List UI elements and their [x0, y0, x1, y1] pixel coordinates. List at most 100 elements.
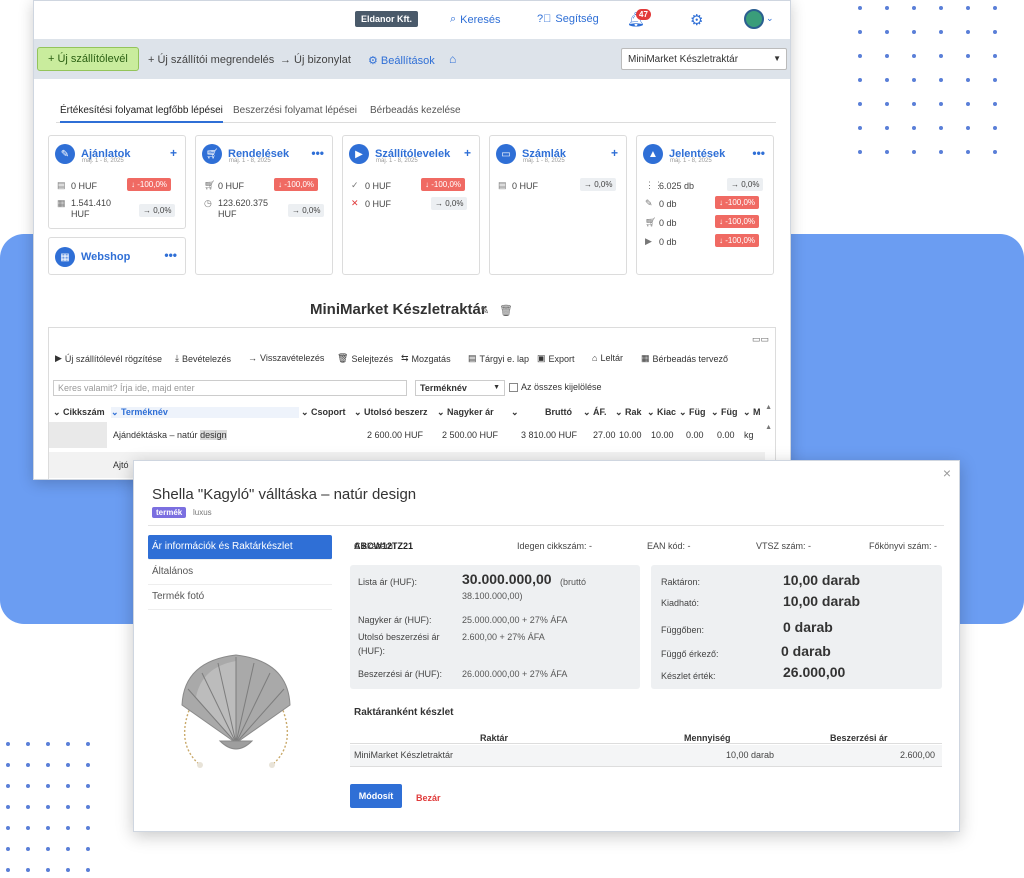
modify-button[interactable]: Módosít	[350, 784, 402, 808]
close-button[interactable]: Bezár	[416, 793, 441, 803]
trash-icon[interactable]: 🗑︎	[499, 304, 513, 317]
pending-label: Függőben:	[661, 625, 705, 635]
product-image	[181, 654, 291, 768]
card-invoices[interactable]: ▭ Számlák máj. 1 - 8, 2025 + ▤ 0 HUF → 0,0…	[489, 135, 627, 275]
column-header[interactable]: ⌄ Nagyker ár	[437, 407, 494, 418]
column-header-label: Rak	[625, 407, 642, 417]
more-icon[interactable]: •••	[752, 146, 765, 160]
cell-name: Ajtó	[113, 460, 129, 470]
modal-side-nav: Ár információk és Raktárkészlet Általáno…	[148, 535, 332, 610]
nav-product-photo[interactable]: Termék fotó	[148, 585, 332, 610]
grid-search-row: Keres valamit? Írja ide, majd enter Term…	[53, 380, 771, 398]
change-badge: ↓ -100,0%	[715, 234, 760, 247]
chevron-down-icon[interactable]: ⌄	[766, 13, 774, 24]
more-icon[interactable]: •••	[311, 146, 324, 160]
column-header[interactable]: ⌄ Füg	[711, 407, 738, 418]
column-header[interactable]: ⌄ Kiac	[647, 407, 676, 418]
tool-inventory[interactable]: ⌂ Leltár	[592, 353, 623, 363]
truck-icon: ▶	[349, 144, 369, 164]
tab-purchase-process[interactable]: Beszerzési folyamat lépései	[233, 105, 357, 116]
company-badge[interactable]: Eldanor Kft.	[355, 11, 418, 27]
tool-rental-planner[interactable]: ▦ Bérbeadás tervező	[641, 353, 728, 364]
settings-link[interactable]: ⚙ Beállítások	[368, 54, 435, 67]
search-link[interactable]: ⌕ Keresés	[450, 13, 501, 26]
close-icon[interactable]: ×	[943, 465, 951, 481]
tool-new-delivery[interactable]: ▶ Új szállítólevél rögzítése	[55, 353, 162, 364]
more-icon[interactable]: •••	[164, 248, 177, 262]
tab-sales-process[interactable]: Értékesítési folyamat legfőbb lépései	[60, 105, 223, 123]
gear-icon[interactable]: ⚙	[690, 11, 703, 29]
scroll-up-icon[interactable]: ▲	[765, 424, 772, 431]
add-icon[interactable]: +	[464, 146, 471, 160]
store-select-value: MiniMarket Készletraktár	[628, 54, 739, 65]
export-icon: ▣	[537, 353, 546, 363]
column-header[interactable]: ⌄ Csoport	[301, 407, 346, 418]
main-window: Eldanor Kft. ⌕ Keresés ?⃝ Segítség 🔔︎ 47 ⚙…	[33, 0, 791, 480]
card-webshop[interactable]: ▦ Webshop •••	[48, 237, 186, 275]
new-delivery-button[interactable]: + Új szállítólevél	[37, 47, 139, 71]
tool-return[interactable]: → Visszavételezés	[248, 353, 324, 363]
column-header[interactable]: ⌄ Füg	[679, 407, 706, 418]
issuable-value: 10,00 darab	[783, 593, 861, 609]
issuable-label: Kiadható:	[661, 598, 700, 608]
tab-rental[interactable]: Bérbeadás kezelése	[370, 105, 461, 116]
column-header[interactable]: Bruttó	[545, 407, 572, 417]
column-header[interactable]: ⌄	[511, 407, 519, 418]
select-all-checkbox[interactable]: Az összes kijelölése	[509, 382, 602, 392]
add-icon[interactable]: +	[611, 146, 618, 160]
nav-general[interactable]: Általános	[148, 560, 332, 585]
card-title: Webshop	[81, 251, 131, 263]
change-badge: ↓ -100,0%	[715, 215, 760, 228]
help-link[interactable]: ?⃝ Segítség	[537, 13, 599, 25]
table-row[interactable]: Ajándéktáska – natúr design 2 600.00 HUF…	[49, 422, 765, 448]
window-icon[interactable]: ▭▭	[752, 334, 769, 345]
add-icon[interactable]: +	[170, 146, 177, 160]
card-orders[interactable]: 🛒︎ Rendelések máj. 1 - 8, 2025 ••• 🛒︎ 0 HU…	[195, 135, 333, 275]
tool-label: Mozgatás	[411, 353, 451, 364]
new-purchase-order-link[interactable]: + Új szállítói megrendelés	[148, 54, 274, 66]
per-store-header: Raktár Mennyiség Beszerzési ár	[350, 728, 942, 744]
list-price-value: 30.000.000,00	[462, 571, 552, 587]
card-reports[interactable]: ▲ Jelentések máj. 1 - 8, 2025 ••• ⋮⋮ 6.025…	[636, 135, 774, 275]
tool-export[interactable]: ▣ Export	[537, 353, 575, 364]
card-offers[interactable]: ✎ Ajánlatok máj. 1 - 8, 2025 + ▤ 0 HUF ↓ -…	[48, 135, 186, 229]
table-row[interactable]: MiniMarket Készletraktár 10,00 darab 2.6…	[350, 745, 942, 767]
column-header[interactable]: ⌄ Rak	[615, 407, 642, 418]
column-header[interactable]: ⌄ Cikkszám	[53, 407, 105, 418]
cell-stock: 10.00	[619, 430, 642, 440]
column-header[interactable]: ⌄ Utolsó beszerz	[354, 407, 428, 418]
tool-label: Leltár	[600, 353, 623, 363]
tool-move[interactable]: ⇆ Mozgatás	[401, 353, 451, 364]
scroll-up-icon[interactable]: ▲	[765, 404, 772, 411]
tool-label: Bérbeadás tervező	[652, 353, 729, 364]
grid-search-input[interactable]: Keres valamit? Írja ide, majd enter	[53, 380, 407, 396]
column-header[interactable]: ⌄ Terméknév	[111, 407, 299, 418]
column-select[interactable]: Terméknév ▼	[415, 380, 505, 396]
shop-icon: ▦	[55, 247, 75, 267]
home-icon[interactable]: ⌂	[449, 52, 456, 66]
search-label: Keresés	[460, 13, 501, 26]
change-badge: → 0,0%	[139, 204, 176, 217]
column-header[interactable]: ⌄ M	[743, 407, 761, 418]
column-header[interactable]: ⌄ ÁF.	[583, 407, 607, 418]
stock-panel: Raktáron: 10,00 darab Kiadható: 10,00 da…	[651, 565, 942, 689]
tool-scrap[interactable]: 🗑︎ Selejtezés	[337, 353, 393, 364]
card-delivery-notes[interactable]: ▶ Szállítólevelek máj. 1 - 8, 2025 + ✓ 0 H…	[342, 135, 480, 275]
store-select[interactable]: MiniMarket Készletraktár ▼	[621, 48, 787, 70]
product-modal: × Shella "Kagyló" válltáska – natúr desi…	[133, 460, 960, 832]
divider	[148, 525, 944, 526]
column-header-label: Cikkszám	[63, 407, 105, 417]
per-store-title: Raktáranként készlet	[354, 707, 454, 718]
nav-price-stock[interactable]: Ár információk és Raktárkészlet	[148, 535, 332, 560]
avatar[interactable]	[744, 9, 764, 29]
grid-icon: ⋮⋮	[645, 180, 663, 190]
chart-icon: ▲	[643, 144, 663, 164]
dots-decoration	[858, 6, 997, 154]
tool-asset-sheet[interactable]: ▤ Tárgyi e. lap	[468, 353, 529, 364]
checkbox[interactable]	[509, 382, 518, 392]
cell-name: Ajándéktáska – natúr design	[113, 430, 227, 440]
pencil-icon[interactable]: ✎	[480, 304, 489, 317]
new-document-link[interactable]: → Új bizonylat	[280, 54, 351, 66]
change-badge: → 0,0%	[727, 178, 764, 191]
tool-receive[interactable]: ⤓ Bevételezés	[175, 353, 231, 364]
